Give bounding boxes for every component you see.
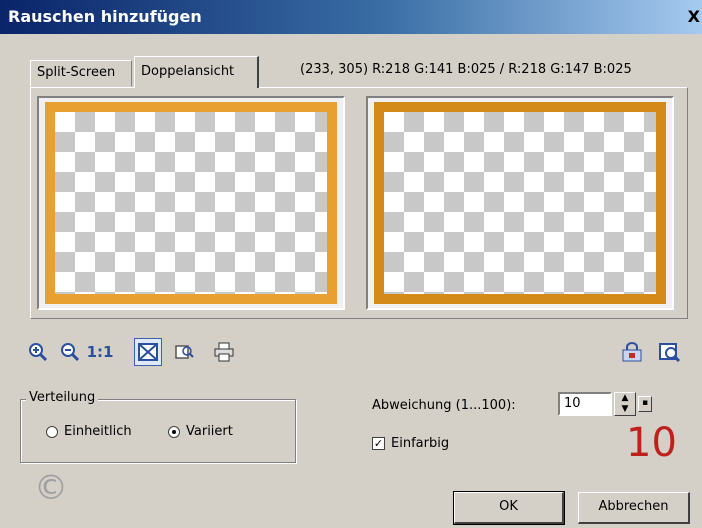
radio-varied[interactable]: Variiert (168, 424, 233, 439)
deviation-menu-button[interactable]: ▪ (638, 396, 652, 412)
radio-uniform[interactable]: Einheitlich (46, 424, 132, 439)
lock-icon[interactable] (620, 340, 644, 364)
deviation-input[interactable]: 10 (558, 392, 612, 416)
image-frame-result (374, 102, 666, 304)
fit-view-icon[interactable] (134, 338, 162, 366)
close-icon[interactable]: X (688, 7, 700, 26)
distribution-label: Verteilung (26, 390, 99, 405)
preview-toggle-icon[interactable] (658, 340, 682, 364)
deviation-stepper[interactable]: ▲ ▼ (614, 392, 636, 416)
deviation-label: Abweichung (1...100): (372, 398, 516, 413)
radio-varied-label: Variiert (186, 424, 233, 439)
tab-double-view[interactable]: Doppelansicht (134, 56, 259, 88)
preview-original[interactable] (37, 96, 345, 310)
ok-button[interactable]: OK (453, 491, 565, 525)
checkbox-icon: ✓ (372, 437, 385, 450)
title-bar: Rauschen hinzufügen X (0, 0, 702, 34)
cancel-button[interactable]: Abbrechen (578, 492, 690, 524)
radio-button-icon (168, 425, 180, 438)
window-title: Rauschen hinzufügen (8, 7, 202, 26)
transparency-checker (55, 112, 327, 294)
monochrome-checkbox[interactable]: ✓ Einfarbig (372, 436, 449, 451)
zoom-in-icon[interactable] (26, 340, 50, 364)
radio-button-icon (46, 425, 58, 438)
transparency-checker (384, 112, 656, 294)
annotation-number: 10 (626, 420, 677, 466)
image-frame-original (45, 102, 337, 304)
actual-size-icon[interactable]: 1:1 (87, 340, 114, 364)
watermark-logo: © (34, 468, 68, 508)
navigator-icon[interactable] (172, 340, 196, 364)
pixel-readout: (233, 305) R:218 G:141 B:025 / R:218 G:1… (300, 62, 632, 77)
zoom-out-icon[interactable] (58, 340, 82, 364)
monochrome-label: Einfarbig (391, 436, 450, 451)
tab-split-screen[interactable]: Split-Screen (30, 60, 132, 86)
print-icon[interactable] (212, 340, 236, 364)
radio-uniform-label: Einheitlich (64, 424, 132, 439)
preview-result[interactable] (366, 96, 674, 310)
